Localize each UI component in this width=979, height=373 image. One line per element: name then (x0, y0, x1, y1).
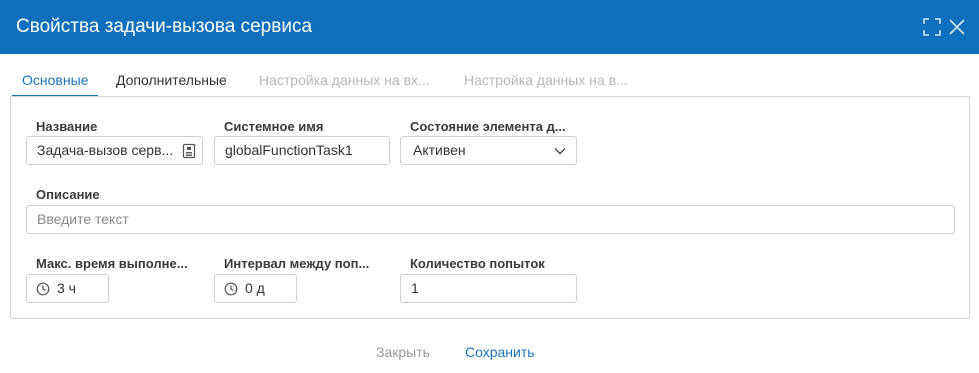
tab-basic[interactable]: Основные (12, 66, 99, 97)
name-field[interactable]: Задача-вызов серв... (26, 136, 203, 165)
dialog-title: Свойства задачи-вызова сервиса (16, 16, 313, 37)
clock-icon (224, 282, 238, 296)
element-state-label: Состояние элемента д... (410, 119, 566, 134)
service-task-properties-dialog: Свойства задачи-вызова сервиса Основные … (0, 0, 979, 373)
tab-input-data-settings[interactable]: Настройка данных на вх... (249, 66, 440, 97)
tab-output-data-settings[interactable]: Настройка данных на в... (454, 66, 638, 97)
dialog-titlebar: Свойства задачи-вызова сервиса (0, 0, 979, 54)
retry-interval-label: Интервал между поп... (224, 256, 370, 271)
retry-interval-value: 0 д (245, 280, 265, 296)
id-card-icon[interactable] (182, 143, 196, 159)
system-name-label: Системное имя (224, 119, 324, 134)
tab-bar: Основные Дополнительные Настройка данных… (12, 66, 969, 97)
form-panel: Название Задача-вызов серв... Системное … (10, 96, 970, 319)
max-exec-time-label: Макс. время выполне... (36, 256, 188, 271)
name-value: Задача-вызов серв... (37, 142, 174, 158)
close-button[interactable]: Закрыть (376, 342, 430, 362)
close-icon[interactable] (947, 17, 967, 37)
retry-interval-field[interactable]: 0 д (214, 274, 297, 303)
system-name-value: globalFunctionTask1 (225, 142, 353, 158)
element-state-value: Активен (413, 142, 466, 158)
retry-count-label: Количество попыток (410, 256, 545, 271)
description-placeholder: Введите текст (37, 211, 129, 227)
tab-additional[interactable]: Дополнительные (106, 66, 237, 97)
description-input[interactable]: Введите текст (26, 205, 955, 234)
retry-count-value: 1 (411, 280, 419, 296)
name-label: Название (36, 119, 98, 134)
save-button[interactable]: Сохранить (465, 342, 535, 362)
max-exec-time-field[interactable]: 3 ч (26, 274, 109, 303)
max-exec-time-value: 3 ч (57, 280, 76, 296)
expand-icon[interactable] (922, 17, 942, 37)
system-name-field[interactable]: globalFunctionTask1 (214, 136, 390, 165)
element-state-select[interactable]: Активен (400, 136, 577, 165)
clock-icon (36, 282, 50, 296)
retry-count-input[interactable]: 1 (400, 274, 577, 303)
description-label: Описание (36, 187, 100, 202)
chevron-down-icon (554, 148, 566, 155)
